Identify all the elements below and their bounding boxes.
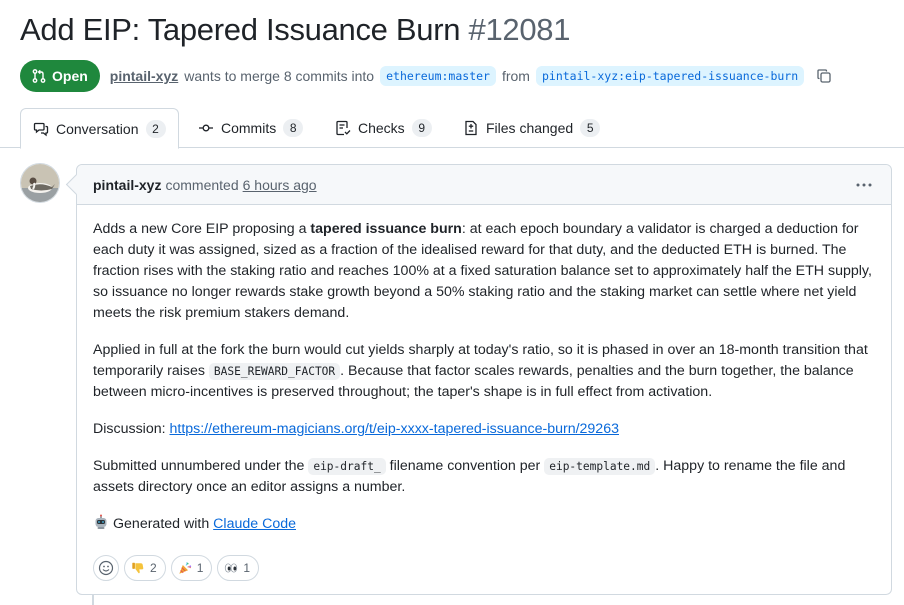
pr-title: Add EIP: Tapered Issuance Burn [20, 12, 461, 47]
tab-checks-label: Checks [358, 120, 405, 136]
pr-description-comment: pintail-xyz commented 6 hours ago Adds a… [76, 164, 892, 595]
git-pull-request-icon [32, 69, 46, 83]
reaction-party-popper[interactable]: 1 [170, 555, 213, 581]
inline-code: eip-template.md [544, 458, 656, 475]
tab-commits-label: Commits [221, 120, 277, 136]
add-reaction-button[interactable] [93, 555, 119, 581]
git-commit-icon [199, 124, 213, 132]
tab-files-changed-count: 5 [580, 119, 601, 137]
base-branch[interactable]: ethereum:master [380, 66, 496, 86]
paragraph-summary: Adds a new Core EIP proposing a tapered … [93, 219, 875, 324]
text-run: Generated with [113, 516, 214, 532]
merge-description: wants to merge 8 commits into [184, 68, 375, 84]
checklist-icon [336, 120, 351, 136]
kebab-horizontal-icon[interactable] [855, 177, 873, 193]
author-link[interactable]: pintail-xyz [110, 68, 178, 84]
comment-timestamp[interactable]: 6 hours ago [243, 177, 317, 193]
file-diff-icon [465, 120, 477, 136]
avatar-bird-image [21, 164, 59, 202]
tab-conversation-label: Conversation [56, 120, 139, 137]
bold-term: tapered issuance burn [310, 221, 462, 237]
text-run: Discussion: [93, 421, 170, 437]
reaction-count: 2 [150, 561, 157, 575]
text-run: filename convention per [385, 458, 545, 474]
comment-header: pintail-xyz commented 6 hours ago [77, 165, 891, 205]
discussion-link[interactable]: https://ethereum-magicians.org/t/eip-xxx… [169, 421, 619, 437]
reaction-thumbs-down[interactable]: 2 [124, 555, 166, 581]
state-label: Open [52, 68, 88, 84]
paragraph-discussion: Discussion: https://ethereum-magicians.o… [93, 419, 875, 440]
tab-files-changed-label: Files changed [486, 120, 574, 136]
merge-from-text: from [501, 68, 530, 84]
pull-request-page: Add EIP: Tapered Issuance Burn #12081 Op… [0, 0, 904, 605]
inline-code: eip-draft_ [308, 458, 386, 475]
tab-conversation-count: 2 [145, 119, 166, 138]
tab-checks-count: 9 [411, 119, 432, 137]
paragraph-submission: Submitted unnumbered under the eip-draft… [93, 456, 875, 498]
claude-code-link[interactable]: Claude Code [213, 516, 296, 532]
comment-author[interactable]: pintail-xyz [93, 177, 161, 193]
avatar[interactable] [20, 163, 60, 203]
reactions-bar: 2 1 1 [93, 555, 260, 581]
comment-discussion-icon [33, 122, 49, 136]
inline-code: BASE_REWARD_FACTOR [208, 363, 341, 380]
pr-tabs: Conversation 2 Commits 8 Checks 9 Files … [0, 108, 904, 149]
timeline-connector [92, 594, 94, 605]
reaction-count: 1 [243, 561, 251, 575]
comment-body: Adds a new Core EIP proposing a tapered … [77, 205, 891, 535]
tab-commits[interactable]: Commits 8 [186, 108, 315, 148]
paragraph-generated: Generated with Claude Code [93, 514, 875, 535]
pr-number: #12081 [468, 12, 571, 47]
eyes-icon [225, 563, 238, 573]
pr-status-row: Open pintail-xyz wants to merge 8 commit… [20, 60, 832, 92]
text-run: Adds a new Core EIP proposing a [93, 221, 311, 237]
tab-conversation[interactable]: Conversation 2 [20, 108, 179, 149]
reaction-count: 1 [196, 561, 204, 575]
text-run: Submitted unnumbered under the [93, 458, 309, 474]
paragraph-transition: Applied in full at the fork the burn wou… [93, 340, 875, 403]
copy-icon[interactable] [816, 68, 832, 84]
robot-icon [95, 514, 107, 529]
state-badge: Open [20, 60, 100, 92]
comment-verb: commented [165, 176, 239, 193]
head-branch[interactable]: pintail-xyz:eip-tapered-issuance-burn [535, 66, 805, 86]
smiley-icon [98, 560, 114, 576]
page-title: Add EIP: Tapered Issuance Burn #12081 [20, 12, 571, 48]
thumbs-down-icon [132, 562, 144, 574]
reaction-eyes[interactable]: 1 [217, 555, 260, 581]
tab-checks[interactable]: Checks 9 [323, 108, 444, 148]
party-popper-icon [179, 562, 191, 574]
tab-files-changed[interactable]: Files changed 5 [451, 108, 612, 148]
tab-commits-count: 8 [283, 119, 304, 137]
